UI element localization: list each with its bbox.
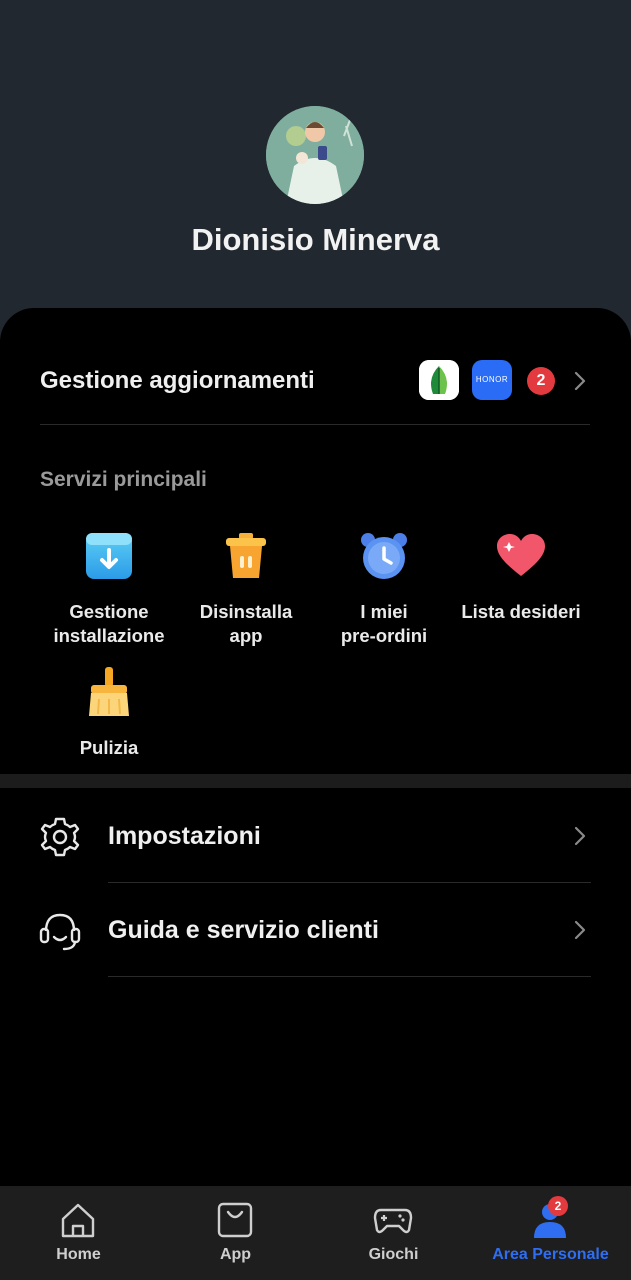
leaf-app-icon (419, 360, 459, 400)
user-name: Dionisio Minerva (191, 222, 440, 257)
updates-title: Gestione aggiornamenti (40, 367, 315, 394)
tab-label: Home (56, 1246, 101, 1263)
tab-games[interactable]: Giochi (315, 1186, 472, 1280)
section-divider (0, 774, 631, 788)
honor-app-icon: HONOR (472, 360, 512, 400)
service-label: Pulizia (79, 737, 139, 758)
menu-item-help[interactable]: Guida e servizio clienti (0, 883, 631, 977)
tab-label: Area Personale (492, 1246, 609, 1263)
chevron-right-icon (574, 920, 586, 940)
service-label: Gestione installazione (53, 601, 165, 646)
tab-home[interactable]: Home (0, 1186, 157, 1280)
service-install-management[interactable]: Gestione installazione (39, 530, 179, 648)
headset-icon (39, 913, 81, 951)
service-uninstall-app[interactable]: Disinstalla app (176, 530, 316, 648)
home-icon (61, 1203, 95, 1238)
gamepad-icon (373, 1208, 413, 1234)
tab-label: App (219, 1246, 252, 1263)
menu-item-settings[interactable]: Impostazioni (0, 789, 631, 883)
service-cleanup[interactable]: Pulizia (39, 666, 179, 760)
menu-divider (108, 976, 591, 977)
service-wishlist[interactable]: Lista desideri (451, 530, 591, 624)
tab-badge: 2 (548, 1196, 568, 1216)
services-section-label: Servizi principali (40, 468, 207, 491)
alarm-clock-icon (358, 530, 410, 582)
service-preorders[interactable]: I miei pre-ordini (314, 530, 454, 648)
menu-label: Guida e servizio clienti (108, 916, 379, 944)
download-box-icon (83, 530, 135, 582)
service-label: Lista desideri (461, 601, 581, 622)
chevron-right-icon (574, 371, 586, 391)
gear-icon (40, 817, 80, 857)
tab-app[interactable]: App (157, 1186, 314, 1280)
broom-icon (83, 666, 135, 718)
service-label: Disinstalla app (199, 601, 293, 646)
trash-icon (220, 530, 272, 582)
avatar[interactable] (266, 106, 364, 204)
tab-personal-area[interactable]: 2 Area Personale (472, 1186, 629, 1280)
updates-count-badge: 2 (527, 367, 555, 395)
chevron-right-icon (574, 826, 586, 846)
service-label: I miei pre-ordini (340, 601, 428, 646)
menu-label: Impostazioni (108, 822, 261, 850)
updates-row[interactable]: Gestione aggiornamenti HONOR 2 (40, 342, 590, 425)
shopping-bag-icon (217, 1202, 253, 1238)
tab-label: Giochi (368, 1246, 419, 1263)
heart-icon (495, 530, 547, 582)
bottom-tab-bar: Home App Giochi 2 Area Personale (0, 1186, 631, 1280)
